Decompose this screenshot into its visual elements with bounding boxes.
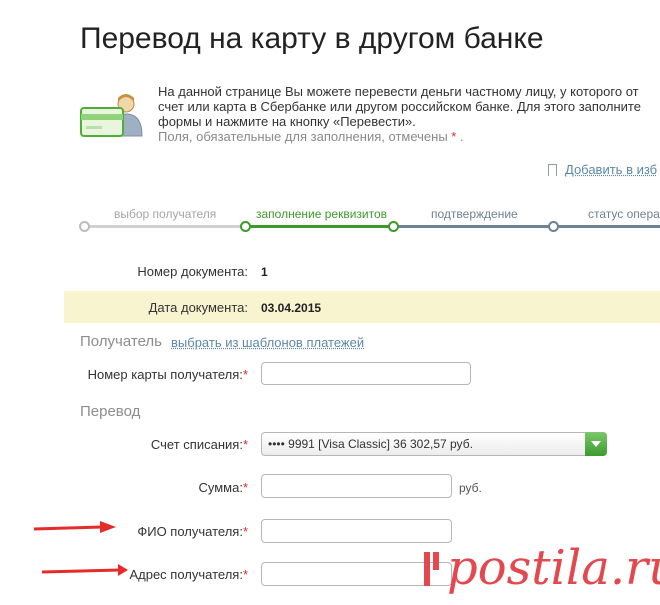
- debit-account-label-text: Счет списания:: [150, 437, 243, 452]
- card-number-label-text: Номер карты получателя:: [87, 367, 243, 382]
- step-dot: [548, 221, 559, 232]
- amount-label: Сумма:*: [64, 480, 248, 495]
- document-number-label: Номер документа:: [137, 264, 248, 279]
- amount-input[interactable]: [261, 474, 452, 498]
- progress-steps: выбор получателя заполнение реквизитов п…: [0, 200, 660, 240]
- step-track-done: [84, 225, 245, 228]
- intro-text: На данной странице Вы можете перевести д…: [158, 84, 641, 144]
- annotation-arrow-icon: [33, 521, 116, 533]
- required-hint-text: Поля, обязательные для заполнения, отмеч…: [158, 129, 452, 144]
- watermark-logo-icon: [424, 552, 439, 586]
- page-title: Перевод на карту в другом банке: [80, 22, 544, 55]
- required-star: *: [242, 367, 248, 382]
- required-star: *: [242, 480, 248, 495]
- bookmark-icon: [548, 163, 557, 177]
- watermark-text: postila.ru: [447, 540, 660, 596]
- step-fill-details: заполнение реквизитов: [256, 207, 388, 221]
- step-track-active: [245, 225, 393, 228]
- step-select-recipient: выбор получателя: [114, 207, 217, 221]
- add-to-favorites-link[interactable]: Добавить в изб: [548, 162, 657, 177]
- required-star: *: [242, 437, 248, 452]
- recipient-name-input[interactable]: [261, 519, 452, 543]
- required-fields-hint: Поля, обязательные для заполнения, отмеч…: [158, 129, 641, 144]
- step-dot: [79, 221, 90, 232]
- step-dot: [388, 221, 399, 232]
- card-transfer-illustration: [80, 94, 143, 137]
- intro-line: формы и нажмите на кнопку «Перевести».: [158, 114, 416, 129]
- debit-account-value: •••• 9991 [Visa Classic] 36 302,57 руб.: [268, 437, 473, 451]
- intro-line: На данной странице Вы можете перевести д…: [158, 84, 639, 99]
- step-operation-status: статус опера: [588, 207, 660, 221]
- card-number-input[interactable]: [261, 362, 471, 385]
- recipient-section-title: Получатель: [80, 333, 162, 350]
- add-to-favorites-label: Добавить в изб: [565, 162, 658, 177]
- step-confirmation: подтверждение: [431, 207, 518, 221]
- document-date-value: 03.04.2015: [261, 301, 322, 315]
- intro-line: счет или карта в Сбербанке или другом ро…: [158, 99, 641, 114]
- document-number-value: 1: [261, 265, 268, 279]
- amount-label-text: Сумма:: [198, 480, 243, 495]
- step-dot: [240, 221, 251, 232]
- choose-from-templates-link[interactable]: выбрать из шаблонов платежей: [171, 335, 364, 350]
- transfer-section-title: Перевод: [80, 403, 141, 420]
- chevron-down-icon[interactable]: [585, 432, 607, 456]
- annotation-arrow-icon: [41, 564, 128, 576]
- amount-currency: руб.: [459, 481, 482, 495]
- debit-account-label: Счет списания:*: [64, 437, 248, 452]
- step-track-pending: [393, 225, 660, 228]
- card-number-label: Номер карты получателя:*: [64, 367, 248, 382]
- document-date-label: Дата документа:: [148, 300, 248, 315]
- required-hint-end: .: [456, 129, 464, 144]
- required-star: *: [242, 567, 248, 582]
- recipient-name-label-text: ФИО получателя:: [137, 524, 243, 539]
- debit-account-select[interactable]: •••• 9991 [Visa Classic] 36 302,57 руб.: [261, 432, 607, 456]
- required-star: *: [242, 524, 248, 539]
- recipient-address-label-text: Адрес получателя:: [129, 567, 243, 582]
